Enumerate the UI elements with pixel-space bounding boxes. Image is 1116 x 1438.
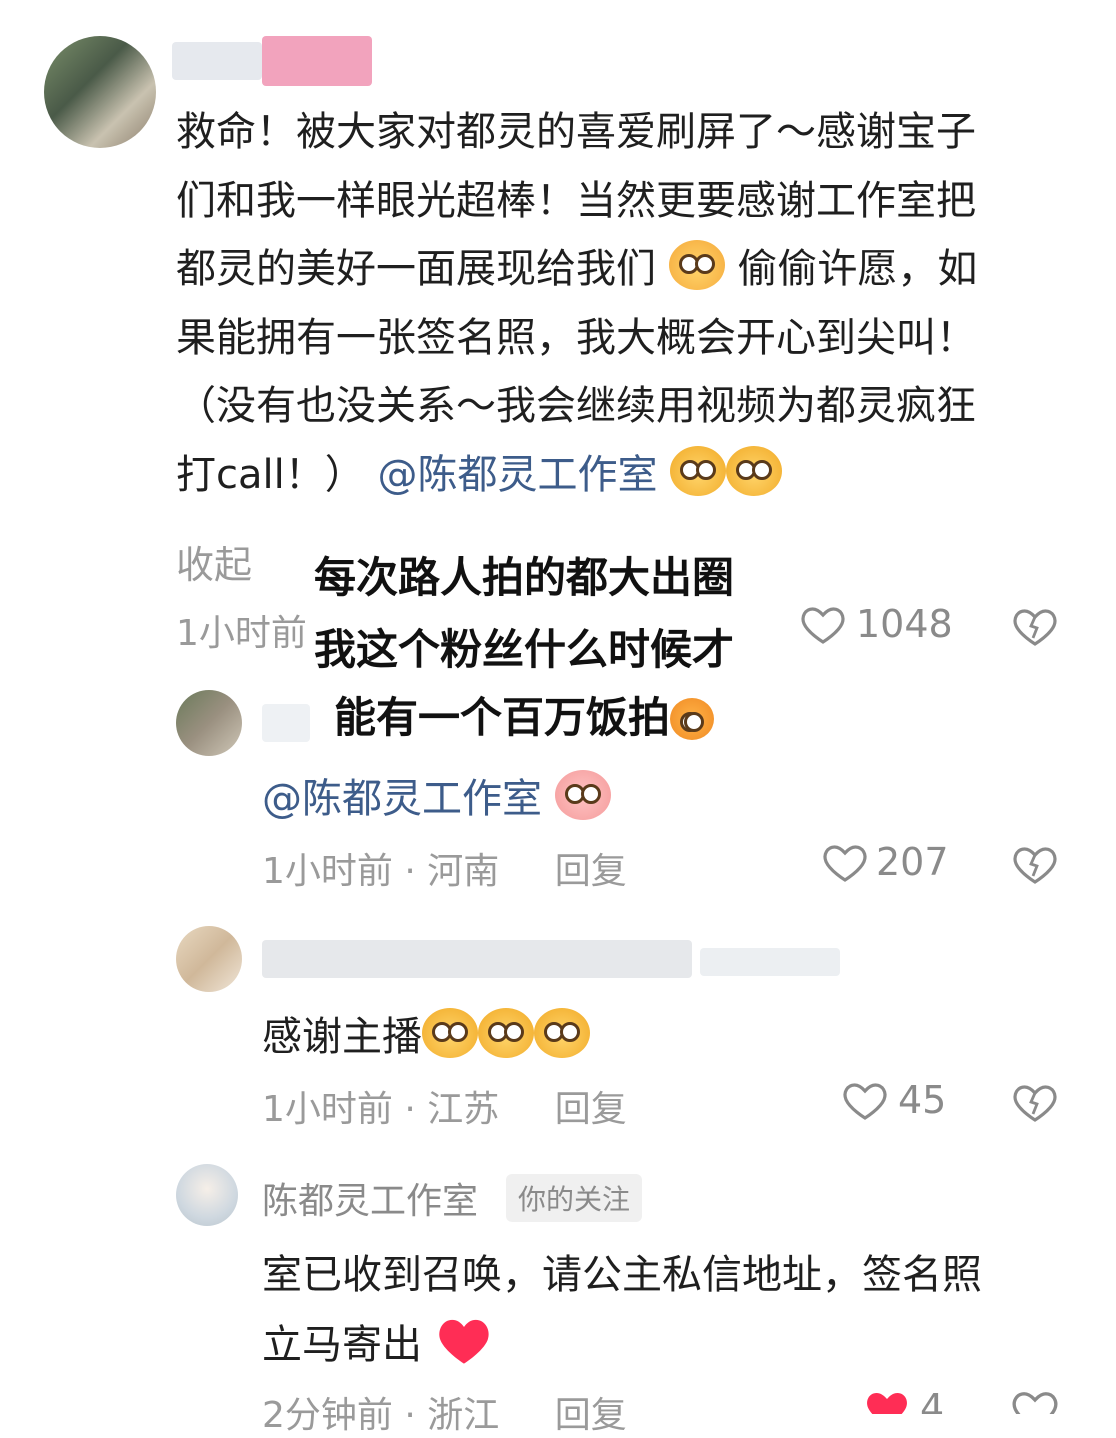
mention-link[interactable]: @陈都灵工作室: [262, 776, 542, 822]
pleading-heart-emoji-icon: [726, 445, 783, 496]
heart-outline-icon: [843, 1083, 887, 1120]
like-button[interactable]: 45: [840, 1076, 950, 1128]
mention-link[interactable]: @陈都灵工作室: [377, 452, 657, 498]
heart-filled-icon: [867, 1393, 907, 1414]
like-count: 45: [898, 1078, 947, 1122]
comment-line: （没有也没关系～我会继续用视频为都灵疯狂: [176, 383, 976, 429]
avatar[interactable]: [176, 690, 242, 756]
reply-location: 江苏: [427, 1089, 500, 1130]
reply-time: 1小时前: [262, 1089, 393, 1130]
comment-text: 救命！被大家对都灵的喜爱刷屏了～感谢宝子 们和我一样眼光超棒！当然更要感谢工作室…: [176, 98, 1086, 509]
pig-face-emoji-icon: [554, 770, 611, 820]
username-blurred[interactable]: [262, 36, 372, 86]
comment-line: 都灵的美好一面展现给我们 偷偷许愿，如: [176, 235, 1086, 304]
red-heart-emoji-icon: [439, 1319, 489, 1364]
dislike-heart-icon[interactable]: [1010, 1384, 1060, 1414]
like-button[interactable]: 207: [820, 838, 950, 890]
crying-emoji-icon: [422, 1008, 478, 1058]
crying-emoji-icon: [478, 1008, 534, 1058]
reply-button[interactable]: 回复: [555, 851, 627, 892]
reply-line: 室已收到召唤，请公主私信地址，签名照: [262, 1252, 982, 1298]
crying-emoji-icon: [534, 1008, 590, 1058]
comment-line: 们和我一样眼光超棒！当然更要感谢工作室把: [176, 177, 976, 224]
username-blurred[interactable]: [262, 940, 692, 978]
reply-location: 河南: [427, 851, 500, 892]
reply-author[interactable]: 陈都灵工作室: [262, 1172, 478, 1224]
reply-button[interactable]: 回复: [555, 1089, 627, 1130]
reply-button[interactable]: 回复: [555, 1395, 627, 1436]
overlay-caption-line: 每次路人拍的都大出圈: [313, 553, 734, 602]
reply-meta: 2分钟前 · 浙江 回复: [262, 1395, 627, 1436]
username-blurred[interactable]: [700, 948, 840, 976]
reply-time: 2分钟前: [262, 1395, 393, 1436]
avatar[interactable]: [176, 926, 242, 992]
like-count: 4: [920, 1386, 945, 1414]
smiling-hearts-emoji-icon: [668, 240, 725, 290]
heart-outline-icon: [823, 845, 867, 882]
reply-text: @陈都灵工作室: [262, 766, 611, 824]
reply-location: 浙江: [427, 1395, 500, 1436]
reply-meta: 1小时前 · 江苏 回复: [262, 1089, 627, 1130]
like-count: 207: [876, 840, 949, 884]
following-badge: 你的关注: [506, 1174, 643, 1222]
dislike-heart-icon[interactable]: [1010, 1078, 1060, 1126]
comment-line: 打call！） @陈都灵工作室: [176, 441, 1086, 510]
avatar[interactable]: [44, 36, 156, 148]
pleading-heart-emoji-icon: [670, 445, 727, 496]
username-blurred[interactable]: [262, 704, 310, 742]
avatar[interactable]: [176, 1164, 238, 1226]
angry-face-emoji-icon: [670, 698, 714, 740]
overlay-caption-line: 能有一个百万饭拍: [0, 684, 1082, 745]
like-button[interactable]: 4: [862, 1384, 952, 1414]
comment-line: 果能拥有一张签名照，我大概会开心到尖叫！: [176, 314, 976, 361]
reply-line: 立马寄出: [262, 1310, 982, 1380]
dislike-heart-icon[interactable]: [1010, 840, 1060, 888]
overlay-caption-line: 我这个粉丝什么时候才: [313, 625, 734, 674]
reply-text: 室已收到召唤，请公主私信地址，签名照 立马寄出: [262, 1240, 982, 1380]
username-blurred[interactable]: [172, 42, 262, 80]
reply-time: 1小时前: [262, 851, 393, 892]
reply-text: 感谢主播: [262, 1004, 590, 1062]
reply-meta: 1小时前 · 河南 回复: [262, 851, 627, 892]
comment-line: 救命！被大家对都灵的喜爱刷屏了～感谢宝子: [176, 109, 976, 155]
